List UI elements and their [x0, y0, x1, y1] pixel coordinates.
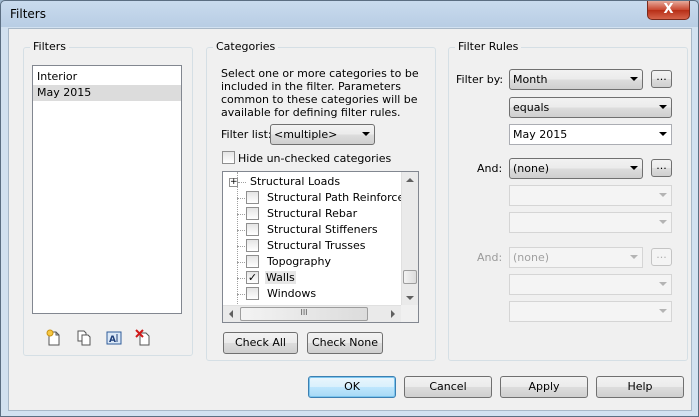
and2-operator-dropdown[interactable] [509, 274, 672, 295]
rule-value: May 2015 [513, 128, 568, 141]
scroll-right-icon[interactable] [391, 310, 395, 318]
and2-value-combobox[interactable] [509, 301, 672, 322]
category-checkbox[interactable] [246, 255, 259, 268]
cancel-button[interactable]: Cancel [404, 376, 492, 398]
expand-icon[interactable]: + [229, 178, 238, 187]
tree-label: Structural Loads [250, 175, 341, 188]
filter-by-dropdown[interactable]: Month [509, 69, 643, 90]
and1-value: (none) [513, 162, 550, 175]
tree-row-structural-stiffeners[interactable]: Structural Stiffeners [223, 222, 403, 238]
operator-value: equals [513, 101, 550, 114]
filter-by-label: Filter by: [456, 73, 504, 86]
filters-group: Filters Interior May 2015 A [23, 40, 193, 356]
delete-filter-icon[interactable] [135, 329, 153, 347]
scrollbar-corner [401, 305, 418, 322]
filter-list-value: <multiple> [274, 128, 338, 141]
chevron-down-icon [659, 282, 667, 286]
vertical-scroll-thumb[interactable] [403, 270, 417, 284]
category-checkbox[interactable] [246, 287, 259, 300]
chevron-down-icon [659, 105, 667, 109]
chevron-down-icon [659, 309, 667, 313]
title-bar: Filters X [1, 1, 698, 27]
categories-tree[interactable]: + Structural Loads Structural Path Reinf… [222, 171, 419, 323]
tree-row-windows[interactable]: Windows [223, 286, 403, 302]
category-checkbox[interactable] [246, 239, 259, 252]
check-none-button[interactable]: Check None [307, 332, 383, 354]
scroll-left-icon[interactable] [229, 310, 233, 318]
help-button[interactable]: Help [596, 376, 684, 398]
and1-parameters-button[interactable]: ... [651, 159, 672, 177]
tree-label: Walls [265, 271, 296, 284]
categories-group: Categories Select one or more categories… [206, 40, 436, 361]
svg-text:A: A [109, 335, 116, 345]
chevron-down-icon [630, 255, 638, 259]
tree-label: Structural Stiffeners [267, 223, 378, 236]
category-checkbox[interactable] [246, 223, 259, 236]
filter-list-label: Filter list: [221, 128, 272, 141]
chevron-down-icon [659, 220, 667, 224]
tree-row-walls[interactable]: ✓ Walls [223, 270, 403, 286]
tree-row-structural-rebar[interactable]: Structural Rebar [223, 206, 403, 222]
rule-value-combobox[interactable]: May 2015 [509, 124, 672, 145]
scroll-down-icon[interactable] [406, 296, 414, 300]
tree-row-structural-loads[interactable]: + Structural Loads [223, 174, 403, 190]
hide-unchecked-checkbox[interactable] [222, 151, 235, 164]
category-checkbox[interactable] [246, 191, 259, 204]
check-all-button[interactable]: Check All [223, 332, 298, 354]
categories-description: Select one or more categories to be incl… [221, 67, 419, 119]
tree-row-structural-path-reinforcement[interactable]: Structural Path Reinforcem... [223, 190, 418, 206]
category-checkbox[interactable] [246, 207, 259, 220]
filters-dialog: Filters X Filters Interior May 2015 A Ca… [0, 0, 699, 417]
apply-button[interactable]: Apply [500, 376, 588, 398]
tree-label: Structural Path Reinforcem... [267, 191, 419, 204]
filter-item-interior[interactable]: Interior [33, 69, 181, 85]
tree-horizontal-scrollbar[interactable]: III [223, 305, 401, 322]
categories-group-title: Categories [213, 40, 279, 53]
filter-by-parameters-button[interactable]: ... [651, 70, 672, 88]
chevron-down-icon [362, 132, 370, 136]
chevron-down-icon [659, 193, 667, 197]
filter-rules-group: Filter Rules Filter by: Month ... equals… [448, 40, 688, 361]
and1-label: And: [477, 162, 503, 175]
duplicate-filter-icon[interactable] [75, 329, 93, 347]
rename-filter-icon[interactable]: A [105, 329, 123, 347]
tree-row-structural-trusses[interactable]: Structural Trusses [223, 238, 403, 254]
filter-list-dropdown[interactable]: <multiple> [270, 124, 375, 145]
horizontal-scroll-thumb[interactable]: III [240, 307, 368, 321]
tree-label: Structural Trusses [267, 239, 366, 252]
dialog-title: Filters [10, 7, 46, 21]
filters-group-title: Filters [30, 40, 69, 53]
tree-label: Topography [267, 255, 332, 268]
and1-value-combobox[interactable] [509, 212, 672, 233]
hide-unchecked-label: Hide un-checked categories [238, 152, 392, 165]
and1-operator-dropdown[interactable] [509, 185, 672, 206]
filter-rules-group-title: Filter Rules [455, 40, 522, 53]
chevron-down-icon [630, 77, 638, 81]
and2-dropdown[interactable]: (none) [509, 247, 643, 268]
dialog-body: Filters Interior May 2015 A Categories S… [8, 28, 692, 411]
tree-row-topography[interactable]: Topography [223, 254, 403, 270]
filters-list[interactable]: Interior May 2015 [32, 65, 182, 314]
new-filter-icon[interactable] [45, 329, 63, 347]
ok-button[interactable]: OK [308, 376, 396, 398]
close-button[interactable]: X [647, 1, 690, 20]
operator-dropdown[interactable]: equals [509, 97, 672, 118]
tree-vertical-scrollbar[interactable] [401, 172, 418, 305]
filter-item-may-2015[interactable]: May 2015 [33, 85, 181, 101]
scroll-up-icon[interactable] [406, 178, 414, 182]
and2-parameters-button[interactable]: ... [651, 248, 672, 266]
and2-value: (none) [513, 251, 550, 264]
category-checkbox-checked[interactable]: ✓ [246, 271, 259, 284]
and2-label: And: [477, 251, 503, 264]
tree-label: Structural Rebar [267, 207, 358, 220]
and1-dropdown[interactable]: (none) [509, 158, 643, 179]
chevron-down-icon [659, 132, 667, 136]
chevron-down-icon [630, 166, 638, 170]
filter-by-value: Month [513, 73, 548, 86]
tree-label: Windows [267, 287, 317, 300]
